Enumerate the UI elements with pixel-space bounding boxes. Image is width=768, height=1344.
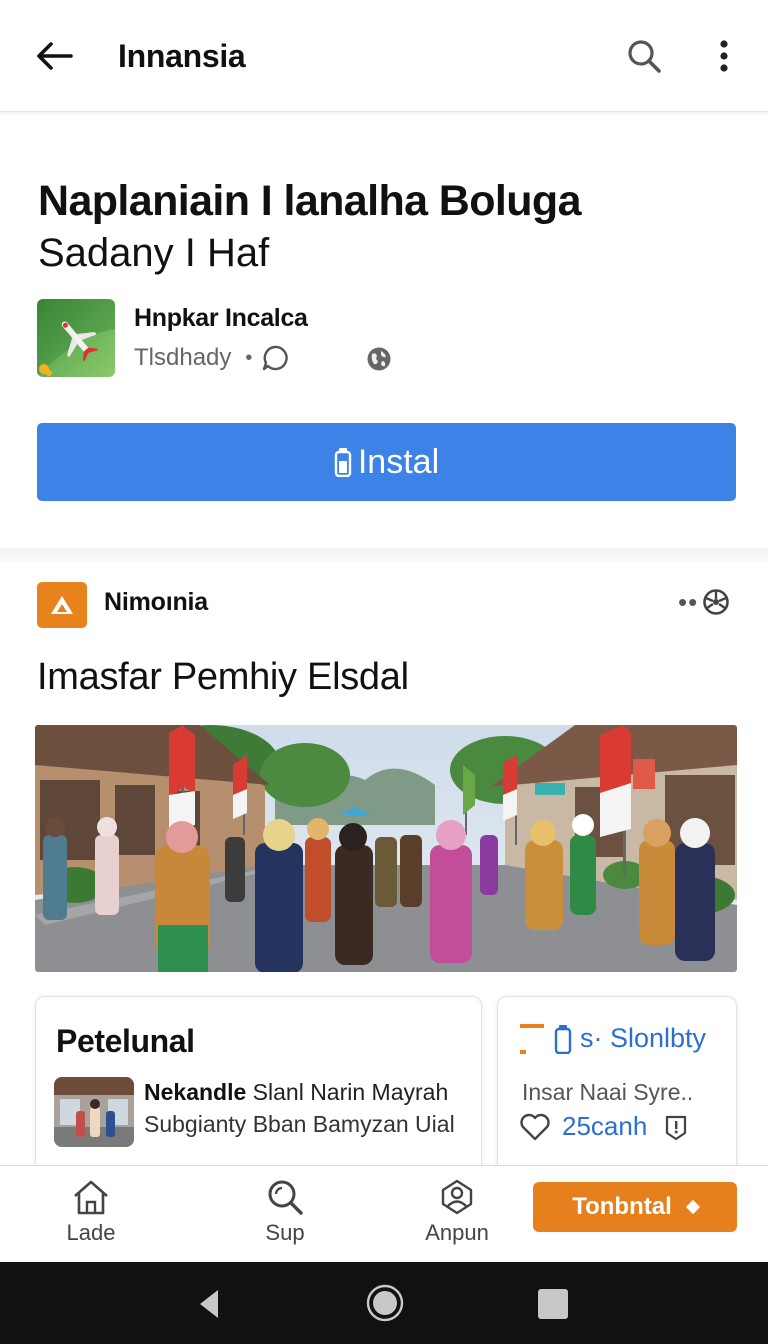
nav-item-account[interactable]: Anpun: [402, 1178, 512, 1246]
source-name[interactable]: Nimoınia: [104, 588, 208, 617]
install-label: Instal: [357, 442, 440, 481]
nav-label-account: Anpun: [425, 1220, 489, 1245]
diamond-icon: [685, 1199, 700, 1215]
system-back-icon[interactable]: [196, 1288, 222, 1320]
search-icon: [268, 1180, 303, 1215]
cta-button[interactable]: Tonbntal: [533, 1182, 737, 1232]
app-icon: [37, 299, 115, 377]
section-divider: [0, 548, 768, 562]
article-headline[interactable]: Imasfar Pemhiy Elsdal: [37, 656, 409, 699]
more-vert-icon: [720, 40, 728, 72]
card-tag-label: s· Slonlbty: [580, 1023, 707, 1053]
more-options-button[interactable]: [700, 34, 748, 78]
news-feed: Nimoınia •• Imasfar Pemhiy Elsdal Petelu…: [0, 562, 768, 1196]
install-button[interactable]: Instal: [37, 423, 736, 501]
card-subtitle: Insar Naai Syre..: [522, 1079, 694, 1105]
likes-count: 25canh: [562, 1111, 648, 1141]
search-button[interactable]: [620, 34, 668, 78]
system-home-icon[interactable]: [366, 1284, 404, 1322]
card-tag: s· Slonlbty: [520, 1023, 706, 1054]
card-thumbnail: [54, 1077, 134, 1147]
app-info-section: Naplaniain I lanalha Boluga Sadany I Haf…: [0, 116, 768, 550]
battery-icon: [334, 448, 352, 477]
card-line-1-rest: Slanl Narin Mayrah: [246, 1079, 449, 1105]
app-subtitle: Sadany I Haf: [38, 231, 270, 275]
developer-name[interactable]: Hnpkar Incalca: [134, 304, 308, 333]
triangle-logo-icon: [51, 596, 73, 614]
likes-row: 25canh: [520, 1111, 689, 1142]
heart-icon[interactable]: [520, 1113, 550, 1141]
home-icon: [74, 1180, 108, 1215]
chat-bubble-icon: [263, 345, 289, 371]
nav-label-home: Lade: [66, 1220, 116, 1245]
back-button[interactable]: [30, 34, 78, 78]
nav-item-search[interactable]: Sup: [230, 1178, 340, 1246]
article-photo[interactable]: [35, 725, 737, 972]
more-horiz-icon: ••: [678, 587, 699, 617]
bracket-icon: [520, 1023, 544, 1054]
plane-icon: [37, 299, 115, 377]
card-title: Petelunal: [56, 1023, 195, 1059]
page-title: Innansia: [118, 38, 246, 74]
top-app-bar: Innansia: [0, 0, 768, 112]
app-title: Naplaniain I lanalha Boluga: [38, 177, 582, 225]
nav-label-search: Sup: [265, 1220, 305, 1245]
system-recents-icon[interactable]: [538, 1289, 568, 1319]
battery-icon: [554, 1024, 572, 1054]
app-meta-row: Tlsdhady •: [134, 342, 391, 374]
account-icon: [441, 1179, 473, 1215]
bottom-navigation: Lade Sup Anpun Tonbntal: [0, 1165, 768, 1262]
app-category: Tlsdhady: [134, 344, 232, 371]
system-navigation-bar: [0, 1262, 768, 1344]
search-icon: [628, 40, 661, 73]
nav-item-home[interactable]: Lade: [36, 1178, 146, 1246]
globe-icon: [367, 347, 391, 371]
feed-options-button[interactable]: ••: [678, 588, 730, 616]
cta-label: Tonbntal: [572, 1193, 672, 1220]
card-line-2: Subgianty Bban Bamyzan Uial: [144, 1111, 455, 1137]
card-line-1-bold: Nekandle: [144, 1079, 247, 1105]
source-logo: [37, 582, 87, 628]
separator-dot: •: [245, 346, 253, 369]
card-line-1: Nekandle Slanl Narin Mayrah: [144, 1079, 448, 1106]
alert-badge-icon[interactable]: [663, 1113, 689, 1141]
steering-wheel-icon: [703, 589, 730, 615]
arrow-left-icon: [37, 42, 73, 70]
